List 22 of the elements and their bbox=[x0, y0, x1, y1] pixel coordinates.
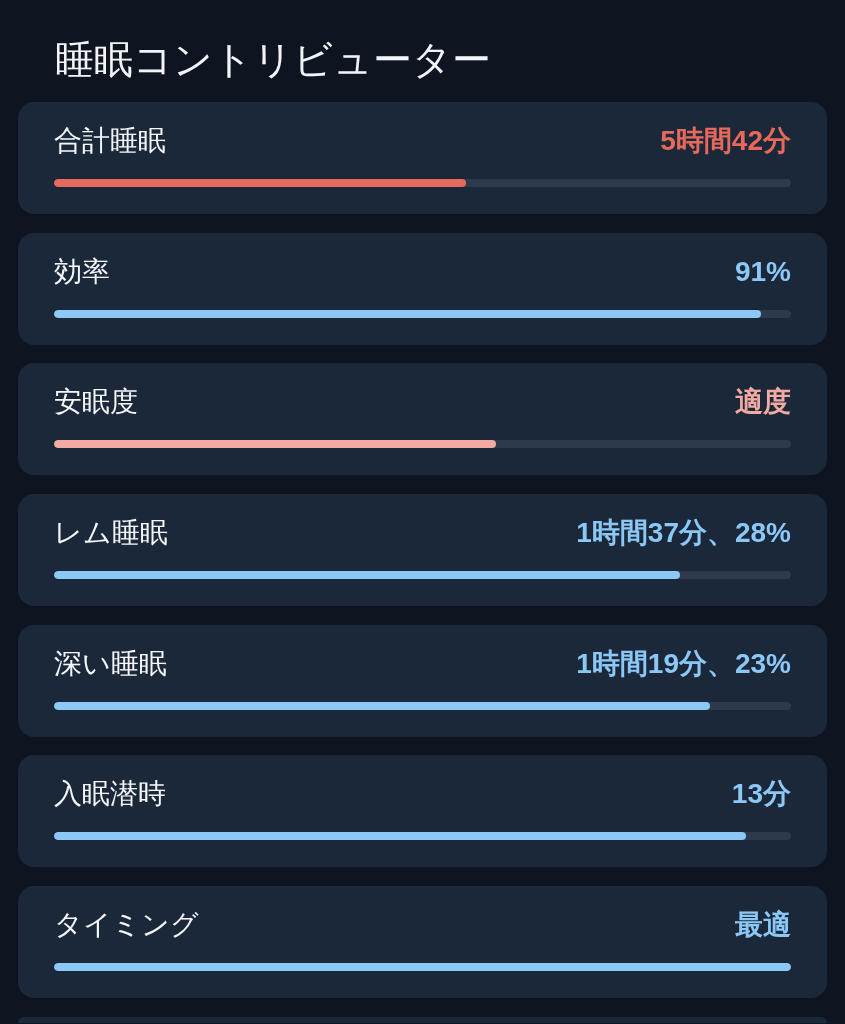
contributor-card[interactable]: 深い睡眠 1時間19分、23% bbox=[18, 624, 827, 737]
section-title: 睡眠コントリビューター bbox=[55, 37, 491, 83]
contributor-label: レム睡眠 bbox=[54, 516, 168, 549]
contributor-card[interactable]: 安眠度 適度 bbox=[18, 363, 827, 476]
contributor-card[interactable]: タイミング 最適 bbox=[18, 885, 827, 998]
contributor-value: 最適 bbox=[735, 908, 791, 941]
contributor-card[interactable]: 入眠潜時 13分 bbox=[18, 755, 827, 868]
contributor-value: 13分 bbox=[731, 778, 791, 811]
contributor-label: 安眠度 bbox=[54, 386, 138, 419]
contributor-card[interactable]: 効率 91% bbox=[18, 232, 827, 345]
contributor-value: 5時間42分 bbox=[660, 125, 791, 157]
contributor-value: 91% bbox=[734, 255, 791, 288]
contributor-label: 合計睡眠 bbox=[54, 125, 166, 157]
contributor-card[interactable]: 合計睡眠 5時間42分 bbox=[18, 102, 827, 214]
contributor-value: 1時間19分、23% bbox=[576, 647, 791, 680]
contributor-label: 入眠潜時 bbox=[54, 778, 166, 811]
contributor-label: 効率 bbox=[54, 255, 110, 288]
contributor-card[interactable]: レム睡眠 1時間37分、28% bbox=[18, 493, 827, 606]
contributor-value: 適度 bbox=[735, 386, 791, 419]
contributor-label: タイミング bbox=[54, 908, 199, 941]
contributor-value: 1時間37分、28% bbox=[576, 516, 791, 549]
contributor-label: 深い睡眠 bbox=[54, 647, 167, 680]
